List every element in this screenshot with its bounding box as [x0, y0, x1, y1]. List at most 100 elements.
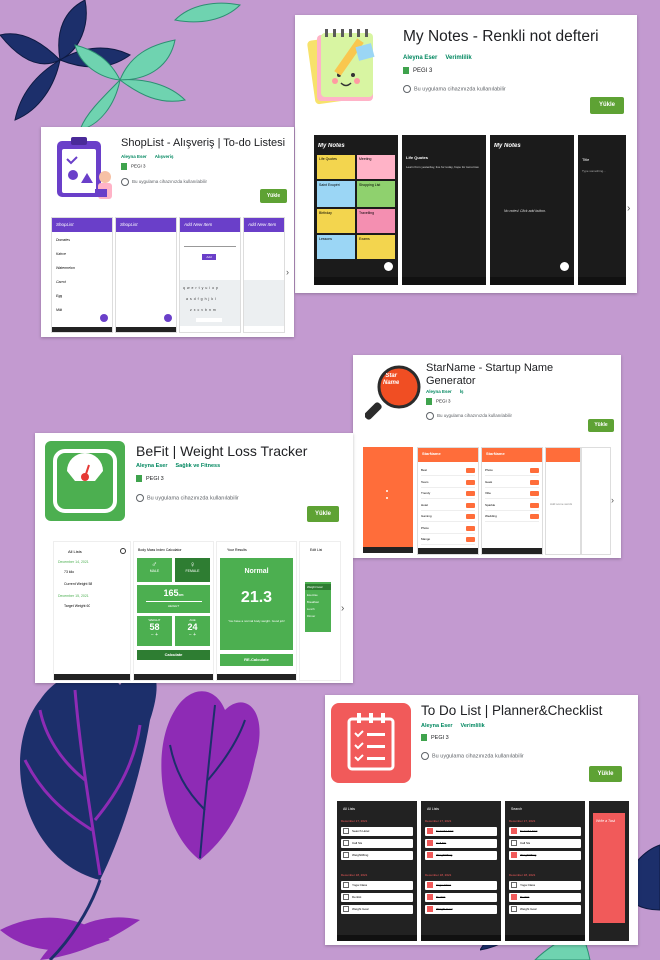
- word-toggle-button[interactable]: [530, 514, 539, 519]
- add-item-button[interactable]: [100, 314, 108, 322]
- screenshot-befit-calculator[interactable]: Body Mass Index Calculator ♂ MALE ♀ FEMALE…: [133, 541, 214, 681]
- note-card[interactable]: Exams: [357, 235, 395, 259]
- note-card[interactable]: Saint Exupéri: [317, 181, 355, 207]
- word-toggle-button[interactable]: [466, 502, 475, 508]
- task-checkbox[interactable]: [511, 852, 517, 859]
- word-row[interactable]: Team: [421, 478, 475, 488]
- note-card[interactable]: Birthday: [317, 209, 355, 233]
- developer-link[interactable]: Aleyna Eser: [121, 154, 147, 159]
- height-card[interactable]: 165cm HEIGHT: [137, 585, 210, 613]
- chevron-right-icon[interactable]: ›: [341, 603, 344, 614]
- add-item-button[interactable]: [164, 314, 172, 322]
- word-toggle-button[interactable]: [530, 502, 539, 508]
- app-title[interactable]: My Notes - Renkli not defteri: [403, 28, 599, 46]
- task-row[interactable]: Yoga Class: [341, 881, 413, 890]
- task-row[interactable]: Weight Goal: [425, 905, 497, 914]
- word-toggle-button[interactable]: [466, 525, 475, 531]
- male-card[interactable]: ♂ MALE: [137, 558, 172, 582]
- task-checkbox[interactable]: [427, 852, 433, 859]
- word-toggle-button[interactable]: [466, 537, 475, 542]
- install-button[interactable]: Yükle: [588, 419, 614, 432]
- task-checkbox[interactable]: [427, 828, 433, 835]
- chevron-right-icon[interactable]: ›: [286, 267, 289, 277]
- task-row[interactable]: Dentist: [341, 893, 413, 902]
- install-button[interactable]: Yükle: [307, 506, 339, 522]
- task-checkbox[interactable]: [427, 840, 433, 847]
- task-row[interactable]: Call Sis: [425, 839, 497, 848]
- word-row[interactable]: Trendy: [421, 489, 475, 499]
- screenshot-star-words[interactable]: StarName Best Team Trendy Hotel Gaming Photo M…: [417, 447, 479, 555]
- task-row[interactable]: Weightlifting: [425, 851, 497, 860]
- developer-link[interactable]: Aleyna Eser: [136, 463, 168, 469]
- screenshot-star-splash[interactable]: [363, 447, 413, 553]
- word-toggle-button[interactable]: [466, 514, 475, 519]
- filter-dropdown[interactable]: All Lists: [68, 549, 82, 554]
- keyboard[interactable]: qwertyuiop asdfghjkl zxcvbnm: [180, 280, 240, 326]
- word-toggle-button[interactable]: [466, 479, 475, 485]
- task-checkbox[interactable]: [511, 840, 517, 847]
- word-row[interactable]: Sparkle: [485, 501, 539, 511]
- task-row[interactable]: Weight Goal: [509, 905, 581, 914]
- add-note-button[interactable]: [384, 262, 393, 271]
- word-row[interactable]: Hotel: [421, 501, 475, 511]
- add-note-button[interactable]: [560, 262, 569, 271]
- developer-link[interactable]: Aleyna Eser: [426, 389, 452, 394]
- screenshot-star-generated[interactable]: StarName Photo Geek Vibe Sparkle Wedding: [481, 447, 543, 555]
- recalculate-button[interactable]: RE-Calculate: [220, 654, 293, 666]
- screenshot-star-extra[interactable]: [581, 447, 611, 555]
- screenshot-todo-done[interactable]: All Lists December 17, 2021 December 18, 2…: [421, 801, 501, 941]
- category-link[interactable]: Verimlilik: [461, 723, 485, 729]
- task-checkbox[interactable]: [343, 852, 349, 859]
- category-link[interactable]: İş: [460, 389, 464, 394]
- note-card[interactable]: Life Quotes: [317, 155, 355, 179]
- task-checkbox[interactable]: [343, 828, 349, 835]
- screenshot-note-detail[interactable]: Life Quotes Learn from yesterday, live f…: [402, 135, 486, 285]
- app-title[interactable]: BeFit | Weight Loss Tracker: [136, 443, 307, 459]
- word-toggle-button[interactable]: [530, 479, 539, 485]
- task-checkbox[interactable]: [427, 894, 433, 901]
- list-item[interactable]: Egg: [56, 294, 62, 298]
- entry-row[interactable]: Current Weight 58: [64, 582, 92, 586]
- entry-row[interactable]: Target Weight 60: [64, 604, 90, 608]
- screenshot-notes-grid[interactable]: My Notes Life Quotes Meeting Saint Exupé…: [314, 135, 398, 285]
- category-link[interactable]: Alışveriş: [155, 154, 174, 159]
- task-checkbox[interactable]: [343, 840, 349, 847]
- entry-row[interactable]: 73 kilo: [64, 570, 74, 574]
- word-row[interactable]: Best: [421, 466, 475, 476]
- task-row[interactable]: Yoga Class: [425, 881, 497, 890]
- list-item[interactable]: Kahve: [56, 252, 66, 256]
- word-toggle-button[interactable]: [466, 491, 475, 496]
- task-checkbox[interactable]: [511, 828, 517, 835]
- calculate-button[interactable]: Calculate: [137, 650, 210, 660]
- task-row[interactable]: Weight Goal: [341, 905, 413, 914]
- category-link[interactable]: Verimlilik: [445, 55, 471, 61]
- age-card[interactable]: AGE 24 − +: [175, 616, 210, 646]
- list-item[interactable]: Watermelon: [56, 266, 75, 270]
- task-row[interactable]: Search Hotel: [509, 827, 581, 836]
- word-toggle-button[interactable]: [466, 468, 475, 473]
- screenshot-shop-add-item-2[interactable]: Add New Item: [243, 217, 285, 333]
- list-item[interactable]: Carrot: [56, 280, 66, 284]
- install-button[interactable]: Yükle: [589, 766, 622, 782]
- developer-link[interactable]: Aleyna Eser: [421, 723, 453, 729]
- developer-link[interactable]: Aleyna Eser: [403, 55, 437, 61]
- task-checkbox[interactable]: [343, 882, 349, 889]
- screenshot-todo-list[interactable]: All Lists December 17, 2021 December 18, 2…: [337, 801, 417, 941]
- weight-card[interactable]: WEIGHT 58 − +: [137, 616, 172, 646]
- screenshot-befit-lists[interactable]: All Lists December 14, 2021 73 kilo Curr…: [53, 541, 131, 681]
- word-row[interactable]: Gaming: [421, 512, 475, 522]
- screenshot-todo-mixed[interactable]: Search December 17, 2021 December 18, 2021…: [505, 801, 585, 941]
- word-row[interactable]: Vibe: [485, 489, 539, 499]
- category-dropdown[interactable]: Weight Goal Exercise Breakfast Lunch Din…: [305, 582, 331, 632]
- task-row[interactable]: Weightlifting: [341, 851, 413, 860]
- screenshot-shop-empty[interactable]: ShopList: [115, 217, 177, 333]
- height-slider[interactable]: [145, 601, 202, 602]
- task-checkbox[interactable]: [343, 906, 349, 913]
- screenshot-shop-add-item[interactable]: Add New Item Add qwertyuiop asdfghjkl zx…: [179, 217, 241, 333]
- task-checkbox[interactable]: [343, 894, 349, 901]
- list-item[interactable]: Domates: [56, 238, 70, 242]
- female-card[interactable]: ♀ FEMALE: [175, 558, 210, 582]
- task-row[interactable]: Yoga Class: [509, 881, 581, 890]
- task-row[interactable]: Dentist: [509, 893, 581, 902]
- word-row[interactable]: Photo: [421, 524, 475, 534]
